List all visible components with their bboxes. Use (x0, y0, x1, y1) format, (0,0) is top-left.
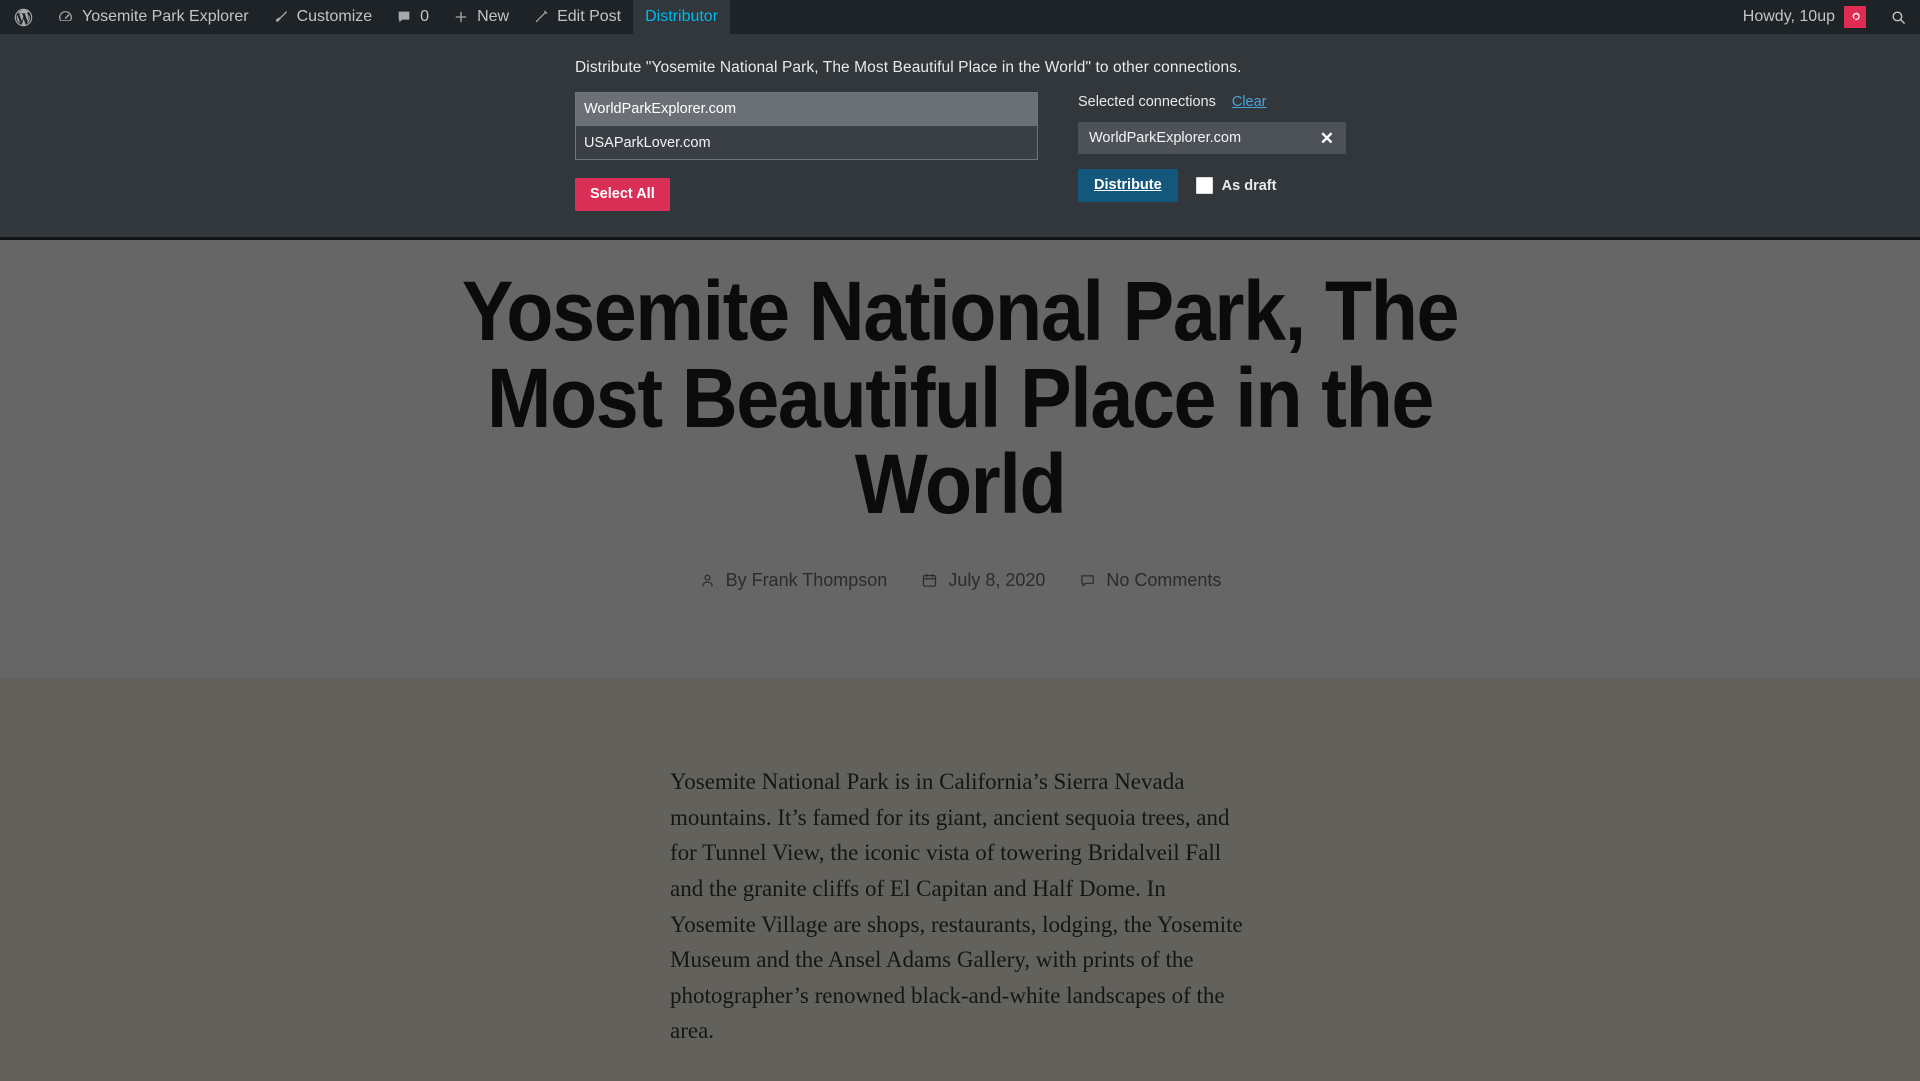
dashboard-icon (57, 9, 74, 26)
adminbar-site-name-label: Yosemite Park Explorer (82, 8, 249, 26)
adminbar-customize-label: Customize (297, 8, 373, 26)
wordpress-logo-menu[interactable] (0, 0, 45, 34)
entry-content: Yosemite National Park is in California’… (670, 764, 1250, 1081)
adminbar-new-label: New (477, 8, 509, 26)
paintbrush-icon (273, 9, 289, 25)
post-author: By Frank Thompson (699, 570, 888, 591)
remove-connection-icon[interactable]: ✕ (1320, 130, 1334, 147)
connection-option-worldparkexplorer[interactable]: WorldParkExplorer.com (576, 93, 1037, 126)
post-comments[interactable]: No Comments (1079, 570, 1221, 591)
pencil-icon (533, 9, 549, 25)
adminbar-distributor-label: Distributor (645, 8, 718, 26)
page-title: Yosemite National Park, The Most Beautif… (454, 268, 1466, 528)
post-author-label: By Frank Thompson (726, 570, 888, 591)
plus-icon (453, 9, 469, 25)
connection-option-usaparklover[interactable]: USAParkLover.com (576, 126, 1037, 159)
comment-icon (396, 9, 412, 25)
distributor-columns: WorldParkExplorer.com USAParkLover.com S… (575, 92, 1408, 211)
adminbar-item-new[interactable]: New (441, 0, 521, 34)
post-comments-label: No Comments (1106, 570, 1221, 591)
connection-option-label: USAParkLover.com (584, 135, 711, 151)
distributor-heading: Distribute "Yosemite National Park, The … (575, 59, 1242, 77)
adminbar-right-group: Howdy, 10up (1729, 0, 1920, 34)
available-connections-column: WorldParkExplorer.com USAParkLover.com S… (575, 92, 1038, 211)
clear-link[interactable]: Clear (1232, 94, 1267, 110)
adminbar-spacer (730, 0, 1729, 34)
selected-connection-label: WorldParkExplorer.com (1089, 130, 1320, 146)
select-all-button[interactable]: Select All (575, 178, 670, 211)
howdy-label: Howdy, 10up (1743, 8, 1835, 26)
selected-connection-chip[interactable]: WorldParkExplorer.com ✕ (1078, 122, 1346, 154)
adminbar-item-comments[interactable]: 0 (384, 0, 441, 34)
search-icon (1890, 9, 1907, 26)
post-meta: By Frank Thompson July 8, 2020 No Commen… (699, 570, 1222, 591)
distributor-panel-inner: Distribute "Yosemite National Park, The … (0, 34, 1920, 60)
adminbar-item-edit-post[interactable]: Edit Post (521, 0, 633, 34)
post-hero: Yosemite National Park, The Most Beautif… (0, 240, 1920, 678)
person-icon (699, 572, 716, 589)
speech-bubble-icon (1079, 572, 1096, 589)
as-draft-toggle[interactable]: As draft (1196, 177, 1277, 194)
as-draft-label: As draft (1222, 178, 1277, 194)
wp-admin-bar: Yosemite Park Explorer Customize 0 New (0, 0, 1920, 34)
adminbar-item-site-name[interactable]: Yosemite Park Explorer (45, 0, 261, 34)
connection-option-label: WorldParkExplorer.com (584, 101, 736, 117)
distributor-actions: Distribute As draft (1078, 169, 1408, 202)
adminbar-item-distributor[interactable]: Distributor (633, 0, 730, 34)
post-date-label: July 8, 2020 (948, 570, 1045, 591)
distributor-panel: Distribute "Yosemite National Park, The … (0, 34, 1920, 240)
selected-connections-label: Selected connections (1078, 94, 1216, 110)
calendar-icon (921, 572, 938, 589)
selected-connections-column: Selected connections Clear WorldParkExpl… (1078, 92, 1408, 211)
post-body-paragraph: Yosemite National Park is in California’… (670, 764, 1250, 1049)
distribute-button[interactable]: Distribute (1078, 169, 1178, 202)
post-date: July 8, 2020 (921, 570, 1045, 591)
avatar (1844, 6, 1866, 28)
as-draft-checkbox[interactable] (1196, 177, 1213, 194)
adminbar-item-customize[interactable]: Customize (261, 0, 385, 34)
available-connections-list[interactable]: WorldParkExplorer.com USAParkLover.com (575, 92, 1038, 160)
adminbar-edit-post-label: Edit Post (557, 8, 621, 26)
selected-connections-header: Selected connections Clear (1078, 94, 1408, 110)
post-content-area: Yosemite National Park is in California’… (0, 678, 1920, 1081)
adminbar-comments-count: 0 (420, 8, 429, 26)
adminbar-my-account[interactable]: Howdy, 10up (1729, 0, 1876, 34)
wordpress-logo-icon (13, 7, 34, 28)
adminbar-search-button[interactable] (1876, 0, 1920, 34)
